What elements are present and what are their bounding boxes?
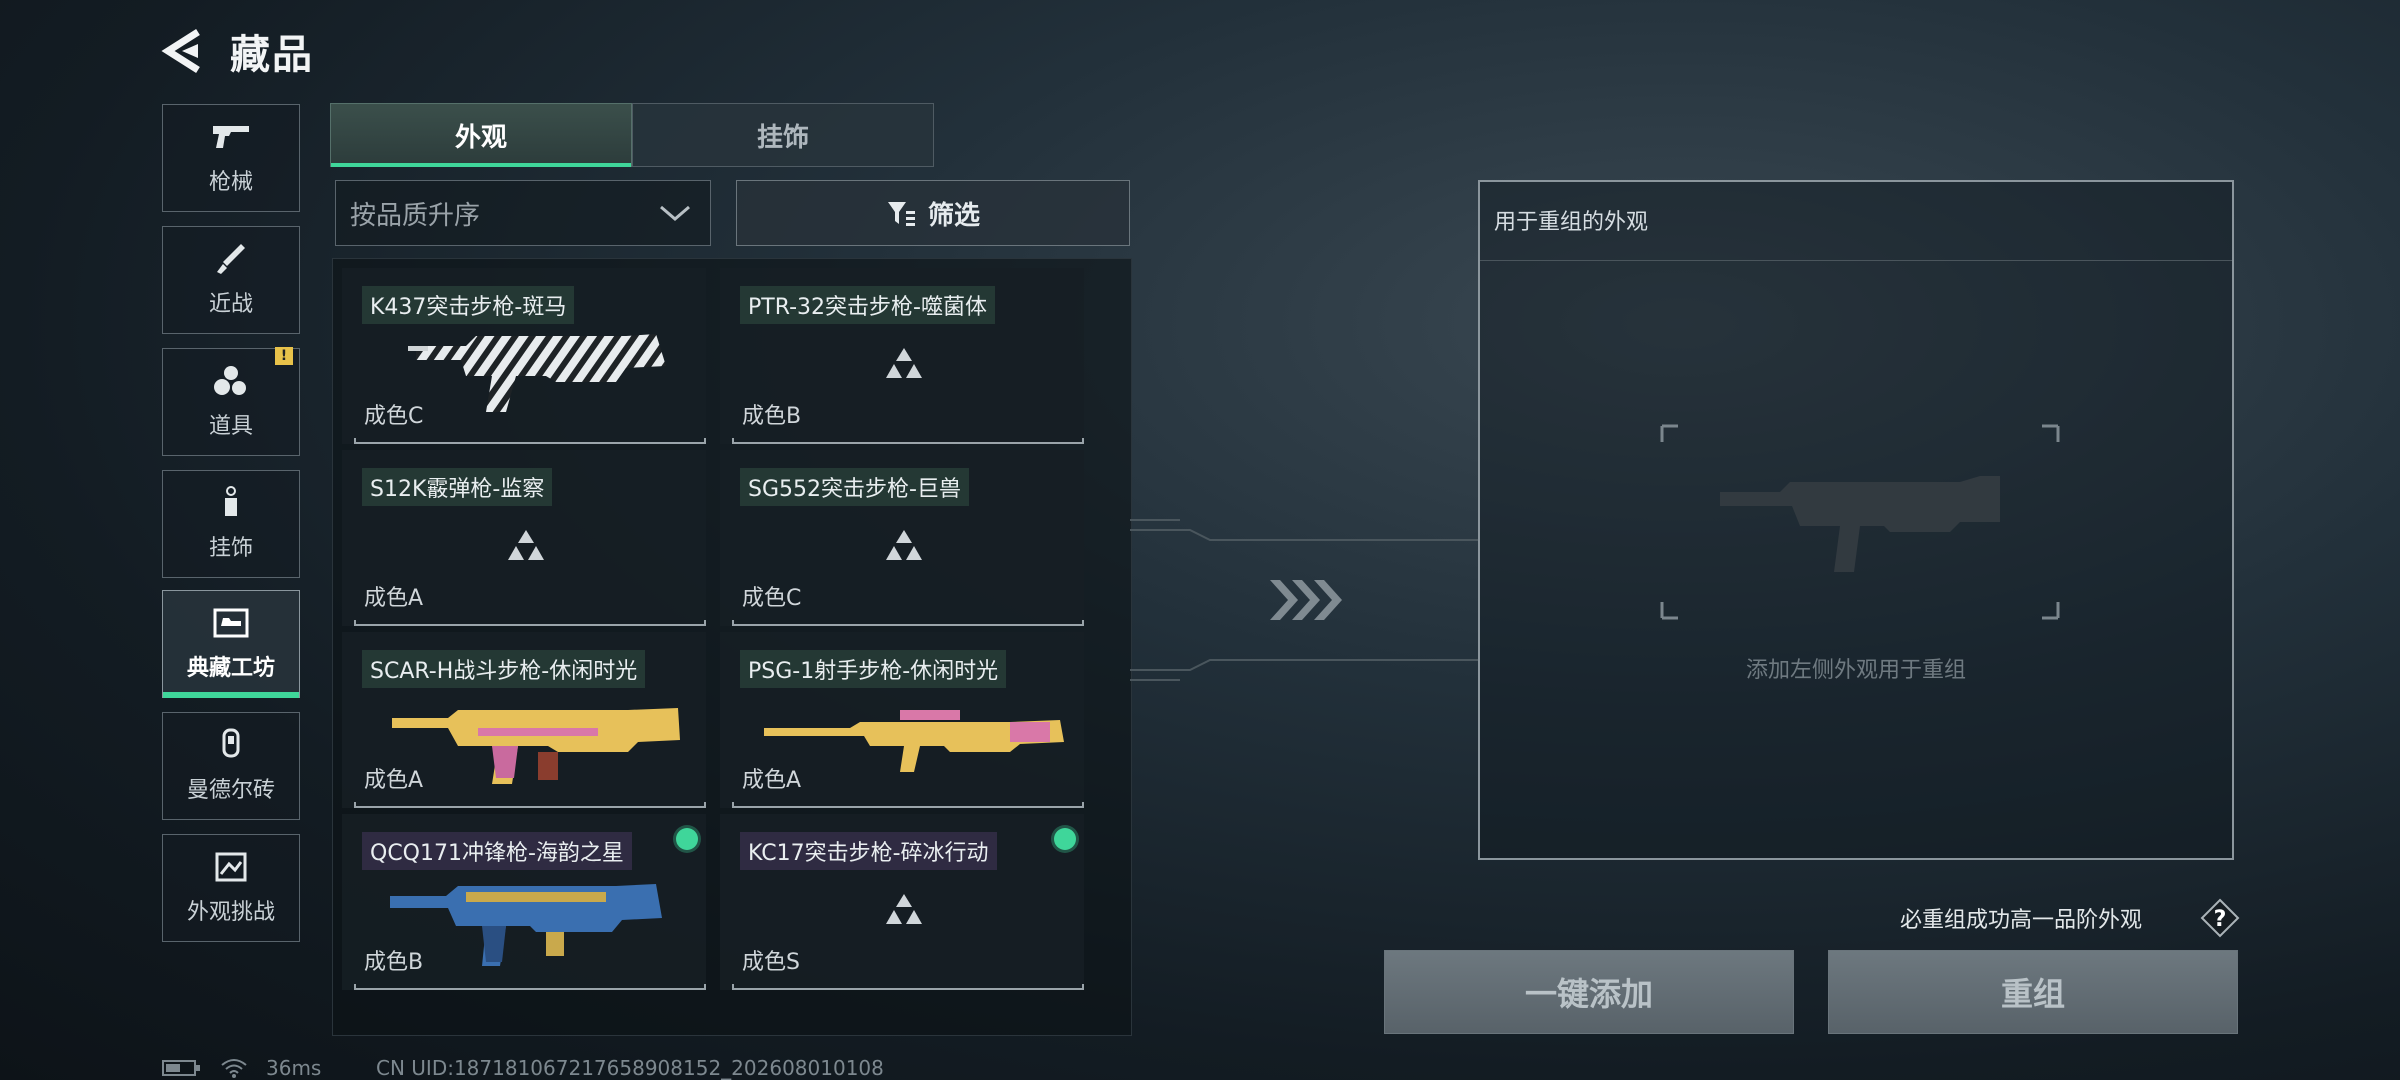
sidebar-item-label: 典藏工坊 [186,656,275,681]
sidebar-item-label: 曼德尔砖 [186,778,275,803]
placeholder-icon [886,894,922,924]
card-divider [732,802,1084,808]
card-divider [354,802,706,808]
placeholder-icon [508,530,544,560]
ping-text: 36ms [266,1056,322,1080]
status-bar: 36ms [162,1056,321,1080]
placeholder-icon [886,348,922,378]
skin-card[interactable]: S12K霰弹枪-监察 成色A [342,450,706,626]
blue-smg-image [390,884,662,966]
sort-dropdown[interactable]: 按品质升序 [335,180,711,246]
skin-card[interactable]: KC17突击步枪-碎冰行动 成色S [720,814,1084,990]
sidebar-item-label: 道具 [208,414,253,439]
brick-icon [222,728,240,758]
skin-name: SCAR-H战斗步枪-休闲时光 [362,650,646,688]
card-divider [354,438,706,444]
uid-text: CN UID:187181067217658908152_20260801010… [376,1056,884,1080]
skin-card[interactable]: K437突击步枪-斑马 成色C [342,268,706,444]
skin-card[interactable]: PTR-32突击步枪-噬菌体 成色B [720,268,1084,444]
skin-card[interactable]: SG552突击步枪-巨兽 成色C [720,450,1084,626]
skin-name: PSG-1射手步枪-休闲时光 [740,650,1007,688]
knife-icon [217,244,245,274]
card-divider [732,438,1084,444]
skin-grade: 成色A [364,586,424,611]
sidebar-item-label: 枪械 [208,170,253,195]
help-text: ? [2214,907,2227,932]
skin-name: S12K霰弹枪-监察 [362,468,553,506]
reforge-slot-panel[interactable]: 用于重组的外观 添加左侧外观用于重组 [1478,180,2234,860]
skin-grade: 成色C [742,586,802,611]
sidebar-item-label: 挂饰 [208,536,253,561]
help-button[interactable]: ? [2200,898,2240,938]
chevron-down-icon [660,205,690,221]
add-all-button[interactable]: 一键添加 [1384,950,1794,1034]
panel-divider [1480,260,2232,261]
empty-slot-gun-icon [1660,424,2060,620]
battery-icon [162,1060,200,1076]
sidebar-item-label: 外观挑战 [186,900,275,925]
tab-charms[interactable]: 挂饰 [632,103,934,167]
gold-sniper-image [764,710,1064,772]
skin-name: SG552突击步枪-巨兽 [740,468,969,506]
filter-label: 筛选 [927,200,980,231]
skin-name: PTR-32突击步枪-噬菌体 [740,286,995,324]
grenade-icon [214,366,246,395]
filter-icon [887,202,915,226]
wifi-icon [221,1059,247,1078]
sort-label: 按品质升序 [350,200,481,231]
sidebar-item-melee[interactable]: 近战 [162,226,300,334]
card-divider [354,620,706,626]
panel-title: 用于重组的外观 [1494,210,1649,235]
back-arrow-icon [161,29,200,73]
skin-grade: 成色C [364,404,424,429]
skin-grade: 成色A [364,768,424,793]
guarantee-text: 必重组成功高一品阶外观 [1900,908,2143,933]
skin-card[interactable]: SCAR-H战斗步枪-休闲时光 成色A [342,632,706,808]
sidebar-item-challenges[interactable]: 外观挑战 [162,834,300,942]
challenge-icon [215,852,247,882]
charm-icon [225,486,237,516]
sidebar-item-items[interactable]: ! 道具 [162,347,300,456]
filter-button[interactable]: 筛选 [736,180,1130,246]
skin-grade: 成色S [742,950,800,975]
skin-card[interactable]: QCQ171冲锋枪-海韵之星 成色B [342,814,706,990]
alert-badge: ! [275,347,293,365]
card-divider [732,620,1084,626]
zebra-rifle-image [408,334,666,412]
skin-grade: 成色A [742,768,802,793]
sidebar-item-guns[interactable]: 枪械 [162,104,300,212]
gold-rifle-image [392,708,680,784]
skin-grade: 成色B [364,950,424,975]
workshop-icon [213,608,249,638]
connector-arrows [1130,519,1480,681]
sidebar-item-bricks[interactable]: 曼德尔砖 [162,712,300,820]
sidebar-item-workshop[interactable]: 典藏工坊 [162,590,300,698]
new-indicator-dot [1054,828,1076,850]
sidebar-item-label: 近战 [208,292,253,317]
back-button[interactable] [160,26,206,76]
new-indicator-dot [676,828,698,850]
placeholder-icon [886,530,922,560]
card-divider [354,984,706,990]
card-divider [732,984,1084,990]
page-title: 藏品 [230,32,314,78]
reforge-button[interactable]: 重组 [1828,950,2238,1034]
panel-hint: 添加左侧外观用于重组 [1745,658,1966,683]
skin-card[interactable]: PSG-1射手步枪-休闲时光 成色A [720,632,1084,808]
tab-appearance[interactable]: 外观 [330,103,632,167]
skin-grade: 成色B [742,404,802,429]
skin-name: KC17突击步枪-碎冰行动 [740,832,997,870]
help-icon: ? [2200,898,2240,938]
sidebar-item-charms[interactable]: 挂饰 [162,470,300,578]
chevron-right-icon [1270,580,1342,620]
gun-icon [213,126,249,148]
